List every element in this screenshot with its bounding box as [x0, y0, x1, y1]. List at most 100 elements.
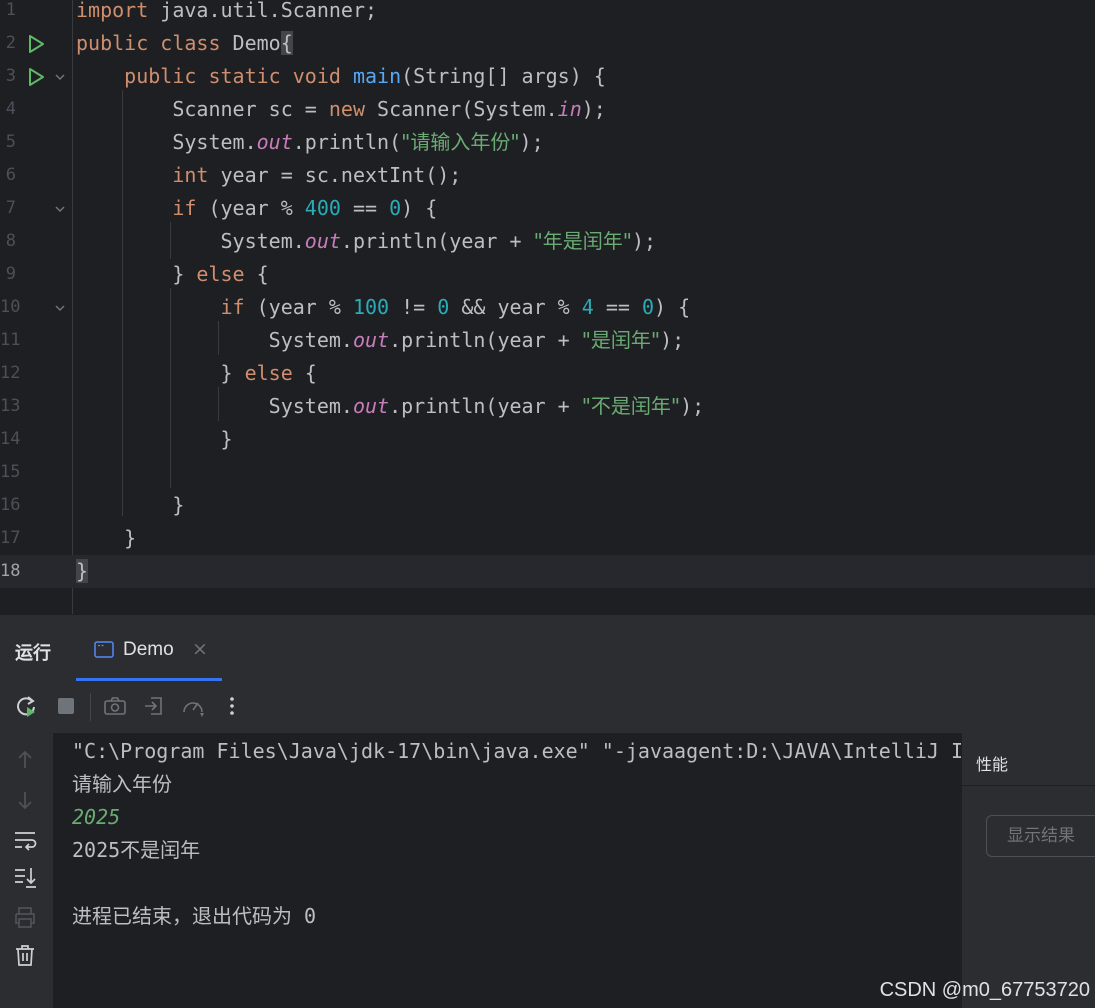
- run-tool-window: 运行 Demo × "C:\Program Files\Java\jdk-17\…: [0, 614, 1095, 1008]
- code-line[interactable]: 15: [0, 456, 1095, 489]
- line-number: 10: [0, 297, 21, 317]
- line-number: 14: [0, 429, 21, 449]
- line-number: 2: [5, 33, 16, 53]
- close-icon[interactable]: ×: [192, 638, 208, 660]
- code-fragment: java.util.Scanner;: [148, 0, 378, 22]
- number-literal: 4: [581, 295, 594, 319]
- method-name: main: [352, 64, 402, 88]
- toolbar-separator: [90, 693, 91, 721]
- code-line[interactable]: 5 System.out.println("请输入年份");: [0, 126, 1095, 159]
- code-text: if (year % 100 != 0 && year % 4 == 0) {: [76, 291, 691, 324]
- code-fragment: && year %: [449, 295, 582, 319]
- keyword: int: [172, 163, 209, 187]
- line-number: 9: [5, 264, 16, 284]
- code-line[interactable]: 3 public static void main(String[] args)…: [0, 60, 1095, 93]
- show-results-button[interactable]: 显示结果: [986, 815, 1095, 857]
- code-fragment: !=: [389, 295, 438, 319]
- run-gutter-icon[interactable]: [26, 67, 46, 87]
- fold-chevron-icon[interactable]: [54, 203, 66, 215]
- keyword: public class: [76, 31, 221, 55]
- keyword: public static void: [124, 64, 341, 88]
- code-fragment: Scanner sc =: [172, 97, 329, 121]
- code-line[interactable]: 9 } else {: [0, 258, 1095, 291]
- line-number: 15: [0, 462, 21, 482]
- code-line[interactable]: 2 public class Demo{: [0, 27, 1095, 60]
- code-text: Scanner sc = new Scanner(System.in);: [76, 93, 606, 126]
- code-line[interactable]: 13 System.out.println(year + "不是闰年");: [0, 390, 1095, 423]
- line-number: 17: [0, 528, 21, 548]
- code-line[interactable]: 6 int year = sc.nextInt();: [0, 159, 1095, 192]
- code-fragment: (String[] args) {: [401, 64, 606, 88]
- code-line[interactable]: 1 import java.util.Scanner;: [0, 0, 1095, 27]
- code-line[interactable]: 17 }: [0, 522, 1095, 555]
- code-fragment: System.: [268, 394, 353, 418]
- up-arrow-icon[interactable]: [13, 748, 37, 772]
- code-fragment: );: [680, 394, 705, 418]
- number-literal: 0: [641, 295, 655, 319]
- fold-chevron-icon[interactable]: [54, 71, 66, 83]
- code-fragment: }: [220, 361, 245, 385]
- code-fragment: }: [172, 493, 185, 517]
- code-fragment: );: [631, 229, 657, 253]
- code-line[interactable]: 12 } else {: [0, 357, 1095, 390]
- fold-chevron-icon[interactable]: [54, 302, 66, 314]
- profiler-icon[interactable]: [180, 693, 206, 719]
- tab-demo[interactable]: Demo ×: [76, 629, 222, 681]
- code-line[interactable]: 10 if (year % 100 != 0 && year % 4 == 0)…: [0, 291, 1095, 324]
- code-fragment: .println(year +: [389, 328, 582, 352]
- code-fragment: ) {: [401, 196, 438, 220]
- code-text: }: [76, 555, 89, 588]
- trash-icon[interactable]: [13, 943, 37, 967]
- line-number: 11: [0, 330, 21, 350]
- scroll-to-end-icon[interactable]: [13, 865, 37, 889]
- run-gutter-icon[interactable]: [26, 34, 46, 54]
- code-line[interactable]: 11 System.out.println(year + "是闰年");: [0, 324, 1095, 357]
- code-line-current[interactable]: 18 }: [0, 555, 1095, 588]
- static-field: out: [304, 229, 341, 253]
- camera-icon[interactable]: [102, 693, 128, 719]
- code-fragment: }: [172, 262, 197, 286]
- code-fragment: }: [124, 526, 137, 550]
- code-line[interactable]: 4 Scanner sc = new Scanner(System.in);: [0, 93, 1095, 126]
- keyword: if: [220, 295, 245, 319]
- code-line[interactable]: 8 System.out.println(year + "年是闰年");: [0, 225, 1095, 258]
- code-text: System.out.println(year + "不是闰年");: [76, 390, 705, 423]
- down-arrow-icon[interactable]: [13, 788, 37, 812]
- string-literal: "请输入年份": [401, 130, 520, 154]
- print-icon[interactable]: [13, 905, 37, 929]
- line-number: 3: [5, 66, 16, 86]
- code-line[interactable]: 16 }: [0, 489, 1095, 522]
- more-icon[interactable]: [219, 693, 245, 719]
- console-output[interactable]: "C:\Program Files\Java\jdk-17\bin\java.e…: [53, 733, 961, 1008]
- code-line[interactable]: 7 if (year % 400 == 0) {: [0, 192, 1095, 225]
- code-fragment: );: [581, 97, 606, 121]
- code-text: }: [76, 489, 184, 522]
- code-text: import java.util.Scanner;: [76, 0, 377, 27]
- code-fragment: {: [244, 262, 269, 286]
- code-fragment: Scanner(System.: [365, 97, 558, 121]
- rerun-icon[interactable]: [13, 693, 39, 719]
- code-fragment: ) {: [654, 295, 691, 319]
- code-text: public class Demo{: [76, 27, 293, 60]
- tool-window-title: 运行: [15, 643, 51, 664]
- soft-wrap-icon[interactable]: [13, 828, 37, 852]
- code-text: } else {: [76, 357, 317, 390]
- code-text: }: [76, 522, 136, 555]
- static-field: out: [352, 394, 390, 418]
- watermark-text: CSDN @m0_67753720: [879, 979, 1090, 1001]
- console-side-toolbar: [0, 733, 53, 1008]
- code-text: System.out.println(year + "年是闰年");: [76, 225, 657, 258]
- code-line[interactable]: 14 }: [0, 423, 1095, 456]
- code-editor[interactable]: 1 import java.util.Scanner; 2 public cla…: [0, 0, 1095, 614]
- string-literal: "年是闰年": [533, 229, 632, 253]
- line-number: 4: [5, 99, 16, 119]
- performance-title: 性能: [976, 755, 1009, 774]
- number-literal: 0: [437, 295, 450, 319]
- stop-icon[interactable]: [53, 693, 79, 719]
- keyword: else: [244, 361, 293, 385]
- console-line-command: "C:\Program Files\Java\jdk-17\bin\java.e…: [72, 739, 961, 763]
- keyword: new: [328, 97, 365, 121]
- code-fragment: {: [292, 361, 317, 385]
- exit-icon[interactable]: [141, 693, 167, 719]
- code-fragment: System.: [268, 328, 353, 352]
